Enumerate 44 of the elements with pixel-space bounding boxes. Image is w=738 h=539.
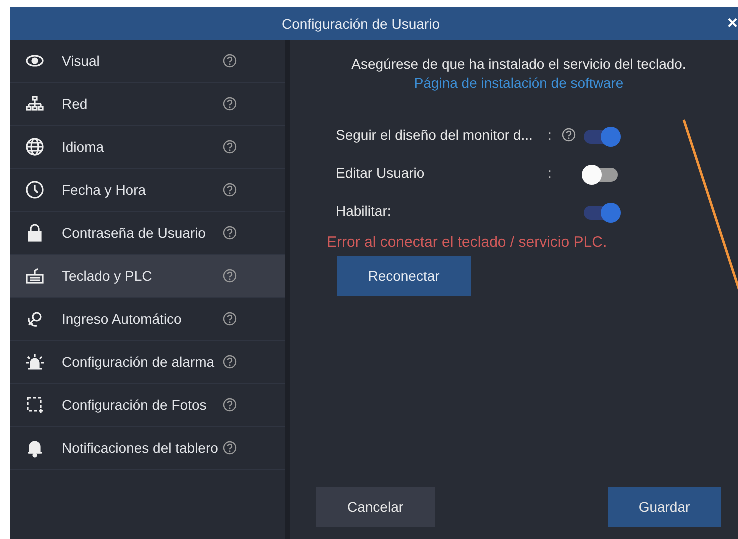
setting-label: Seguir el diseño del monitor d... [336, 127, 534, 143]
sidebar-item[interactable]: Notificaciones del tablero [10, 427, 285, 470]
toggle-switch[interactable] [584, 206, 618, 220]
sidebar-item[interactable]: Fecha y Hora [10, 169, 285, 212]
sidebar-item[interactable]: Configuración de Fotos [10, 384, 285, 427]
sidebar-item[interactable]: Red [10, 83, 285, 126]
network-icon [25, 94, 45, 114]
help-icon[interactable] [223, 140, 237, 154]
software-install-link[interactable]: Página de instalación de software [404, 74, 624, 92]
sidebar-item[interactable]: Ingreso Automático [10, 298, 285, 341]
help-icon[interactable] [223, 226, 237, 240]
cancel-button[interactable]: Cancelar [316, 487, 435, 527]
toggle-switch[interactable] [584, 130, 618, 144]
help-icon[interactable] [223, 398, 237, 412]
help-icon[interactable] [223, 97, 237, 111]
clock-icon [25, 180, 45, 200]
lock-icon [25, 223, 45, 243]
setting-label: Habilitar: [336, 203, 392, 219]
sidebar-item[interactable]: Idioma [10, 126, 285, 169]
sidebar-item[interactable]: Configuración de alarma [10, 341, 285, 384]
close-button[interactable]: × [725, 14, 738, 32]
help-icon[interactable] [223, 355, 237, 369]
help-icon[interactable] [223, 312, 237, 326]
globe-icon [25, 137, 45, 157]
setting-label: Editar Usuario [336, 165, 426, 181]
toggle-switch[interactable] [584, 168, 618, 182]
help-icon[interactable] [223, 441, 237, 455]
alarm-light-icon [25, 352, 45, 372]
help-icon[interactable] [562, 128, 576, 142]
error-message: Error al conectar el teclado / servicio PLC. [327, 234, 608, 252]
colon-separator: : [548, 127, 553, 143]
crop-frame-icon [25, 395, 45, 415]
window-title: Configuración de Usuario [282, 16, 440, 32]
sidebar-item[interactable]: Teclado y PLC [10, 255, 285, 298]
help-icon[interactable] [223, 269, 237, 283]
help-icon[interactable] [223, 183, 237, 197]
help-icon[interactable] [223, 54, 237, 68]
sidebar-item[interactable]: Visual [10, 40, 285, 83]
bell-icon [25, 438, 45, 458]
save-button[interactable]: Guardar [608, 487, 721, 527]
reconnect-button[interactable]: Reconectar [337, 256, 471, 296]
colon-separator: : [548, 165, 553, 181]
keyboard-icon [25, 266, 45, 286]
notice-text: Asegúrese de que ha instalado el servicio del teclado. [350, 55, 686, 74]
